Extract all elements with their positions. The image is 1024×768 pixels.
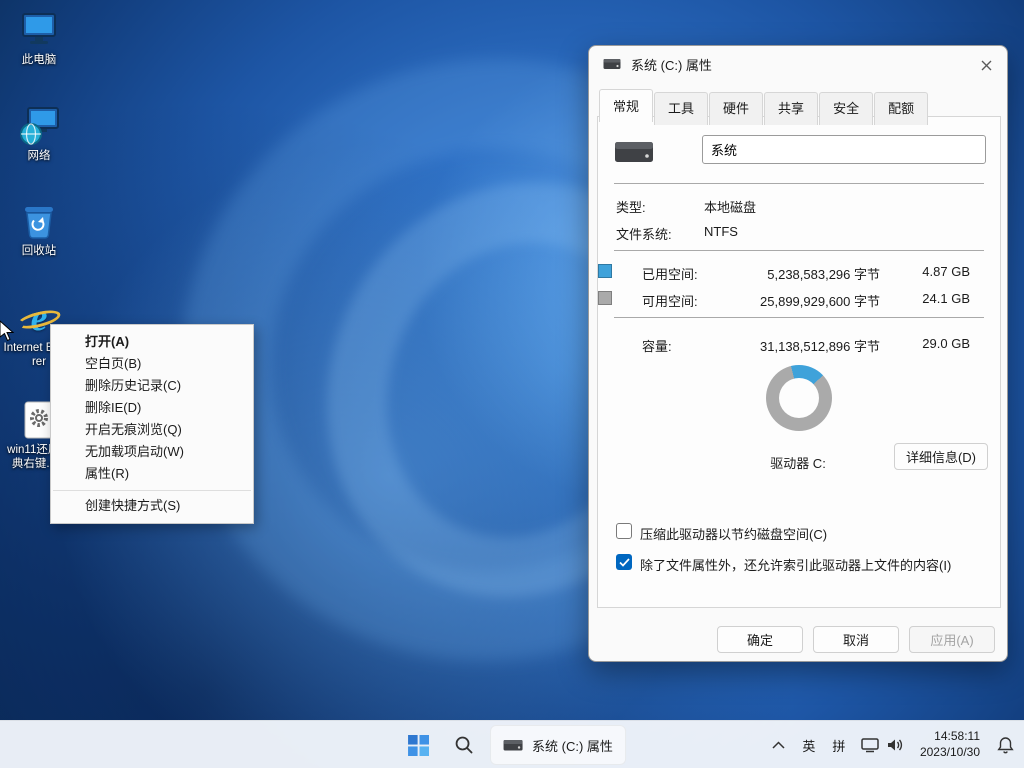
menu-item-no-addons[interactable]: 无加载项启动(W): [51, 441, 253, 463]
menu-item-create-shortcut[interactable]: 创建快捷方式(S): [51, 495, 253, 517]
desktop-icon-network[interactable]: 网络: [2, 106, 76, 163]
chevron-up-icon: [772, 741, 785, 749]
details-button[interactable]: 详细信息(D): [894, 443, 988, 470]
separator-line: [614, 250, 984, 251]
index-checkbox-label[interactable]: 除了文件属性外，还允许索引此驱动器上文件的内容(I): [640, 555, 951, 574]
free-space-label: 可用空间:: [642, 291, 698, 310]
taskbar-tray: 英 拼 14:58:11 2023/10/30: [764, 721, 1022, 768]
cancel-button[interactable]: 取消: [813, 626, 899, 653]
menu-item-properties[interactable]: 属性(R): [51, 463, 253, 485]
ime-language-indicator[interactable]: 英: [794, 725, 824, 765]
desktop-icon-label: 回收站: [2, 244, 76, 258]
desktop-icon-this-pc[interactable]: 此电脑: [2, 10, 76, 67]
bell-icon: [997, 736, 1014, 754]
capacity-label: 容量:: [642, 336, 672, 355]
used-space-legend-swatch: [598, 264, 612, 278]
windows-logo-icon: [408, 735, 429, 756]
drive-icon-large: [614, 137, 654, 170]
search-button[interactable]: [444, 725, 484, 765]
menu-item-delete-ie[interactable]: 删除IE(D): [51, 397, 253, 419]
type-value: 本地磁盘: [704, 197, 756, 216]
capacity-bytes: 31,138,512,896 字节: [718, 336, 880, 355]
taskbar-task-properties[interactable]: 系统 (C:) 属性: [490, 725, 626, 765]
search-icon: [454, 735, 474, 755]
mouse-cursor: [0, 320, 15, 347]
tab-security[interactable]: 安全: [819, 92, 873, 125]
volume-icon: [886, 737, 904, 753]
dialog-tab-strip: 常规 工具 硬件 共享 安全 配额: [599, 92, 929, 125]
tab-general[interactable]: 常规: [599, 89, 653, 122]
context-menu: 打开(A) 空白页(B) 删除历史记录(C) 删除IE(D) 开启无痕浏览(Q)…: [50, 324, 254, 524]
menu-item-blank-page[interactable]: 空白页(B): [51, 353, 253, 375]
start-button[interactable]: [398, 725, 438, 765]
desktop-icon-recycle-bin[interactable]: 回收站: [2, 201, 76, 258]
taskbar-center-group: 系统 (C:) 属性: [398, 721, 626, 768]
used-space-size: 4.87 GB: [886, 264, 970, 279]
free-space-bytes: 25,899,929,600 字节: [718, 291, 880, 310]
dialog-footer: 确定 取消 应用(A): [717, 626, 995, 653]
menu-item-delete-history[interactable]: 删除历史记录(C): [51, 375, 253, 397]
used-space-label: 已用空间:: [642, 264, 698, 283]
compress-checkbox[interactable]: [616, 523, 632, 539]
separator-line: [614, 317, 984, 318]
tab-hardware[interactable]: 硬件: [709, 92, 763, 125]
network-icon: [861, 737, 879, 753]
drive-caption: 驱动器 C:: [708, 453, 888, 472]
free-space-size: 24.1 GB: [886, 291, 970, 306]
ime-mode-indicator[interactable]: 拼: [824, 725, 854, 765]
properties-dialog: 系统 (C:) 属性 常规 工具 硬件 共享 安全 配额 类型: 本地磁盘 文件…: [588, 45, 1008, 662]
menu-item-inprivate[interactable]: 开启无痕浏览(Q): [51, 419, 253, 441]
tab-quota[interactable]: 配额: [874, 92, 928, 125]
apply-button[interactable]: 应用(A): [909, 626, 995, 653]
network-icon: [17, 106, 61, 146]
tab-sharing[interactable]: 共享: [764, 92, 818, 125]
tray-time: 14:58:11: [920, 729, 980, 745]
drive-icon: [503, 737, 523, 753]
check-icon: [619, 558, 630, 567]
recycle-bin-icon: [17, 201, 61, 241]
dialog-titlebar[interactable]: 系统 (C:) 属性: [589, 46, 1007, 82]
close-icon[interactable]: [977, 56, 995, 74]
notification-button[interactable]: [988, 725, 1022, 765]
tab-tools[interactable]: 工具: [654, 92, 708, 125]
tab-page-general: 类型: 本地磁盘 文件系统: NTFS 已用空间: 5,238,583,296 …: [597, 116, 1001, 608]
used-space-bytes: 5,238,583,296 字节: [718, 264, 880, 283]
menu-separator: [53, 490, 251, 491]
menu-item-open[interactable]: 打开(A): [51, 331, 253, 353]
filesystem-value: NTFS: [704, 224, 738, 239]
ok-button[interactable]: 确定: [717, 626, 803, 653]
capacity-size: 29.0 GB: [886, 336, 970, 351]
capacity-donut: [766, 365, 832, 431]
tray-date: 2023/10/30: [920, 745, 980, 761]
desktop-icon-label: 此电脑: [2, 53, 76, 67]
compress-checkbox-label[interactable]: 压缩此驱动器以节约磁盘空间(C): [640, 524, 827, 543]
this-pc-icon: [17, 10, 61, 50]
drive-icon: [603, 57, 621, 71]
separator-line: [614, 183, 984, 184]
dialog-title: 系统 (C:) 属性: [631, 55, 712, 74]
type-label: 类型:: [616, 197, 646, 216]
tray-overflow-button[interactable]: [764, 725, 794, 765]
task-button-label: 系统 (C:) 属性: [532, 736, 613, 755]
index-checkbox[interactable]: [616, 554, 632, 570]
taskbar: 系统 (C:) 属性 英 拼 14:58:11 2023/10/30: [0, 720, 1024, 768]
volume-label-input[interactable]: [702, 135, 986, 164]
capacity-donut-hole: [779, 378, 819, 418]
filesystem-label: 文件系统:: [616, 224, 672, 243]
tray-system-icons[interactable]: [854, 725, 912, 765]
free-space-legend-swatch: [598, 291, 612, 305]
tray-clock[interactable]: 14:58:11 2023/10/30: [920, 729, 980, 760]
desktop-icon-label: 网络: [2, 149, 76, 163]
